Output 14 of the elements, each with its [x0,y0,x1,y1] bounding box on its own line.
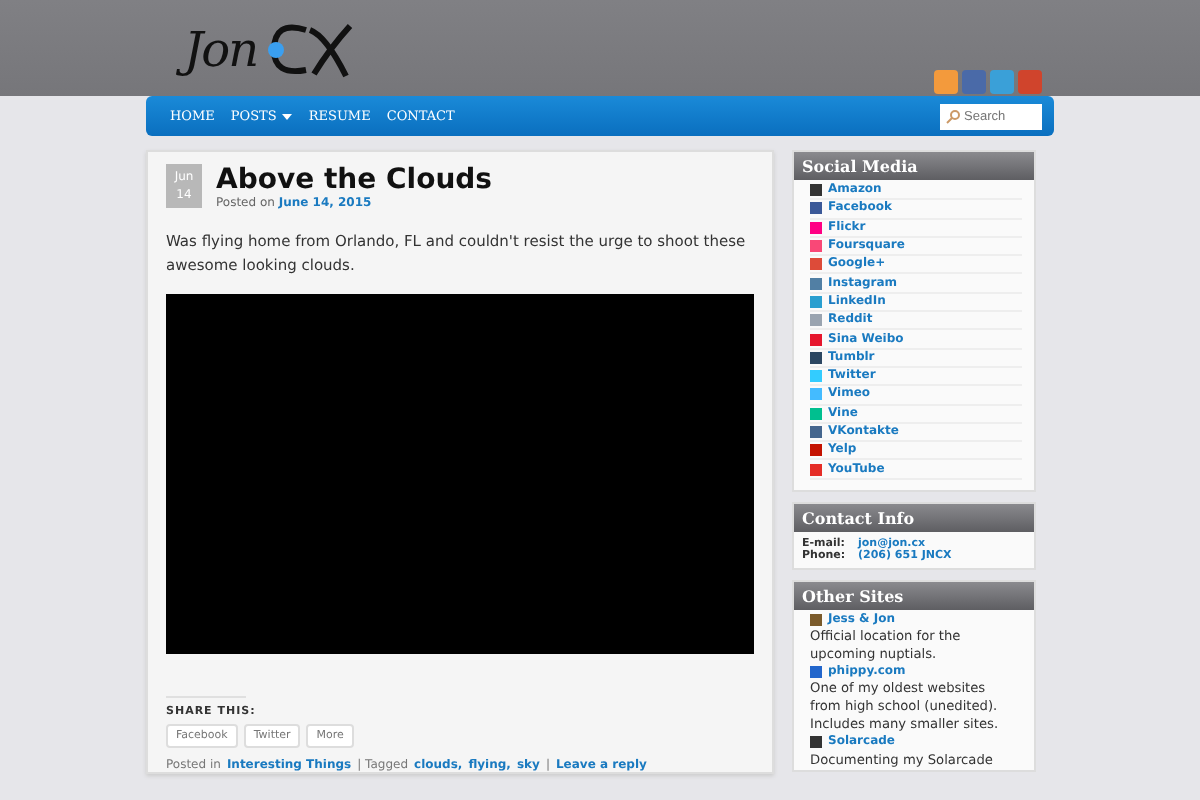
social-icon[interactable] [1018,70,1042,94]
widget-title: Social Media [794,152,1034,180]
social-icon[interactable] [962,70,986,94]
site-logo[interactable]: Jon [180,4,354,96]
widget-title: Other Sites [794,581,1034,610]
social-icon[interactable] [990,70,1014,94]
social-icon[interactable] [934,70,958,94]
widget-title: Contact Info [794,503,1034,532]
post-title[interactable]: Above the Clouds [216,164,493,196]
logo-drawing [265,20,354,80]
caret-icon [282,113,293,119]
video-player[interactable] [166,294,754,654]
logo-text: Jon [180,20,266,80]
search-icon [946,109,960,123]
